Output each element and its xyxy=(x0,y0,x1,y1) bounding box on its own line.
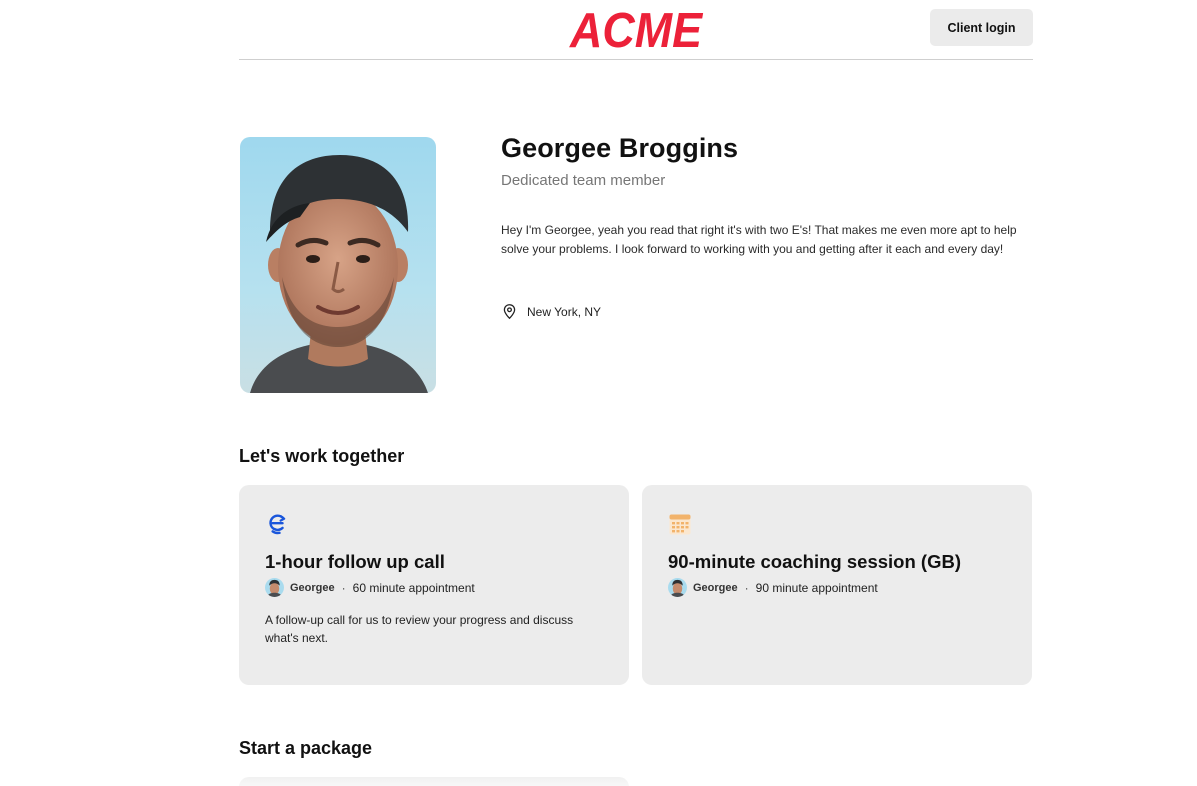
profile-bio: Hey I'm Georgee, yeah you read that righ… xyxy=(501,223,1017,256)
host-name: Georgee xyxy=(290,581,335,594)
page: ACME Client login Georgee Broggins Dedic… xyxy=(0,0,1197,786)
service-duration: 60 minute appointment xyxy=(352,580,475,595)
service-title: 1-hour follow up call xyxy=(265,551,445,572)
meta-separator: · xyxy=(341,580,346,595)
service-meta: Georgee · 60 minute appointment xyxy=(265,578,475,597)
bottom-fade xyxy=(0,770,1197,786)
meta-separator: · xyxy=(744,580,749,595)
service-card-follow-up[interactable]: 1-hour follow up call Georgee · 60 minut… xyxy=(239,485,629,685)
package-heading: Start a package xyxy=(239,738,373,758)
host-avatar xyxy=(265,578,284,597)
service-description: A follow-up call for us to review your p… xyxy=(265,613,574,645)
acme-logo[interactable]: ACME xyxy=(568,2,705,52)
top-header: ACME Client login xyxy=(239,0,1033,60)
client-login-button[interactable]: Client login xyxy=(930,9,1033,46)
map-pin-icon xyxy=(503,304,516,320)
host-name: Georgee xyxy=(693,581,738,594)
service-meta: Georgee · 90 minute appointment xyxy=(668,578,878,597)
service-duration: 90 minute appointment xyxy=(755,580,878,595)
calendar-icon xyxy=(668,512,692,536)
acme-logo-text: ACME xyxy=(569,4,703,52)
profile-name: Georgee Broggins xyxy=(501,133,739,163)
host-avatar xyxy=(668,578,687,597)
profile-location: New York, NY xyxy=(501,303,601,320)
service-title: 90-minute coaching session (GB) xyxy=(668,551,961,572)
profile-role: Dedicated team member xyxy=(501,172,666,189)
location-text: New York, NY xyxy=(527,304,602,319)
profile-photo xyxy=(240,137,436,393)
acme-logo-mark: ACME xyxy=(569,4,703,52)
work-together-heading: Let's work together xyxy=(239,446,405,466)
service-card-coaching[interactable]: 90-minute coaching session (GB) Georgee … xyxy=(642,485,1032,685)
calendly-logo-icon xyxy=(265,512,289,536)
